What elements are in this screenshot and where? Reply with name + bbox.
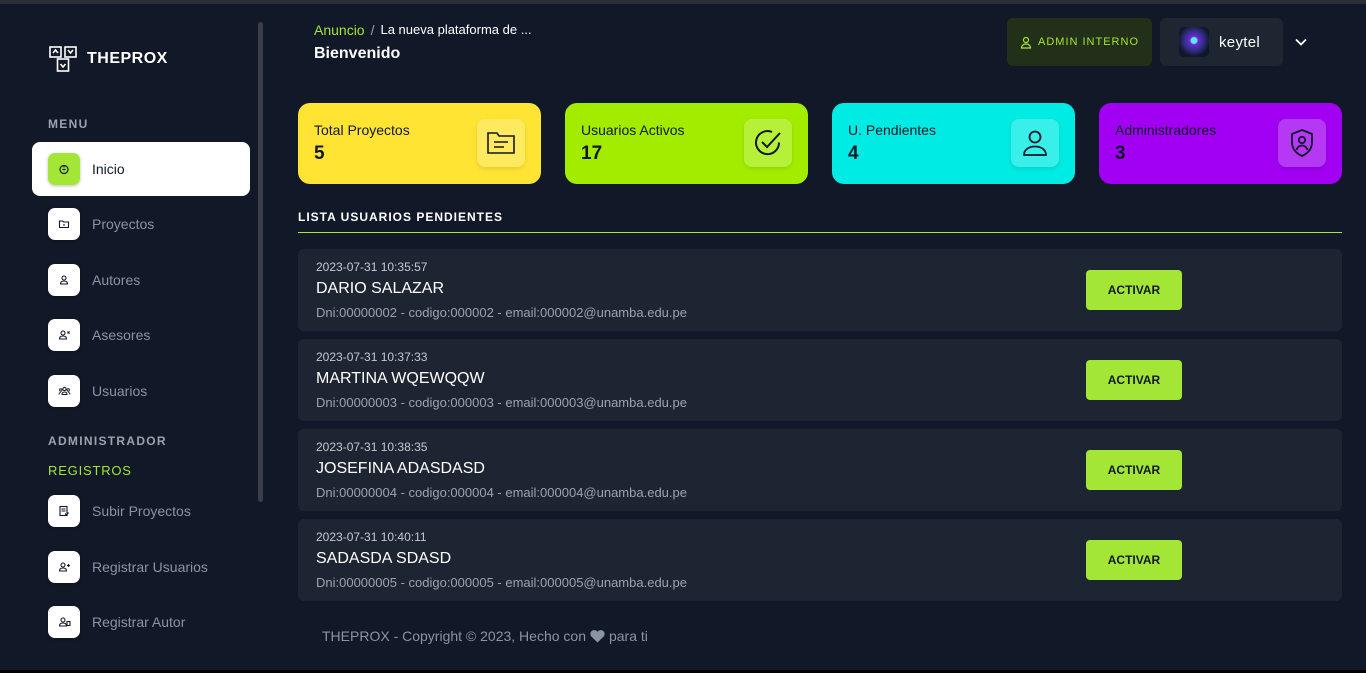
sidebar-item-label: Autores xyxy=(92,272,141,288)
user-icon xyxy=(1020,36,1032,49)
check-circle-icon xyxy=(744,119,792,167)
advisor-icon xyxy=(48,319,80,351)
row-name: SADASDA SDASD xyxy=(316,550,452,567)
sidebar-item-usuarios[interactable]: Usuarios xyxy=(32,364,250,418)
sidebar-item-label: Subir Proyectos xyxy=(92,503,191,519)
row-name: DARIO SALAZAR xyxy=(316,280,445,297)
role-badge-label: ADMIN INTERNO xyxy=(1038,36,1139,48)
footer: THEPROX - Copyright © 2023, Hecho con pa… xyxy=(322,628,648,644)
chevron-down-icon[interactable] xyxy=(1292,33,1310,51)
pending-user-row: 2023-07-31 10:35:57 DARIO SALAZAR Dni:00… xyxy=(298,249,1342,331)
upload-doc-icon xyxy=(48,495,80,527)
sidebar-item-label: Registrar Usuarios xyxy=(92,559,208,575)
row-date: 2023-07-31 10:35:57 xyxy=(316,260,428,274)
sidebar: THEPROX MENU Inicio Proyectos Autores As… xyxy=(0,4,266,670)
user-menu[interactable]: keytel xyxy=(1160,18,1283,66)
row-date: 2023-07-31 10:40:11 xyxy=(316,530,427,544)
pending-user-row: 2023-07-31 10:40:11 SADASDA SDASD Dni:00… xyxy=(298,519,1342,601)
sidebar-item-asesores[interactable]: Asesores xyxy=(32,308,250,362)
sidebar-item-label: Registrar Autor xyxy=(92,614,186,630)
breadcrumb-current: La nueva plataforma de ... xyxy=(380,22,532,37)
shield-user-icon xyxy=(1278,119,1326,167)
footer-text-end: para ti xyxy=(608,628,648,644)
stat-card-u-pendientes[interactable]: U. Pendientes 4 xyxy=(832,103,1075,184)
activate-button[interactable]: ACTIVAR xyxy=(1086,540,1182,580)
activate-button[interactable]: ACTIVAR xyxy=(1086,450,1182,490)
registros-heading: REGISTROS xyxy=(48,463,132,478)
document-icon xyxy=(477,119,525,167)
sidebar-scrollbar[interactable] xyxy=(258,22,263,502)
pending-list-title: LISTA USUARIOS PENDIENTES xyxy=(298,210,504,224)
folder-icon xyxy=(48,208,80,240)
pending-user-row: 2023-07-31 10:38:35 JOSEFINA ADASDASD Dn… xyxy=(298,429,1342,511)
sidebar-item-label: Asesores xyxy=(92,327,151,343)
footer-text: THEPROX - Copyright © 2023, Hecho con xyxy=(322,628,586,644)
activate-button[interactable]: ACTIVAR xyxy=(1086,360,1182,400)
username: keytel xyxy=(1219,33,1260,51)
sidebar-item-proyectos[interactable]: Proyectos xyxy=(32,197,250,251)
sidebar-item-label: Usuarios xyxy=(92,383,148,399)
role-badge[interactable]: ADMIN INTERNO xyxy=(1007,18,1152,66)
user-icon xyxy=(1011,119,1059,167)
admin-heading: ADMINISTRADOR xyxy=(48,434,167,448)
sidebar-item-label: Proyectos xyxy=(92,216,155,232)
brand-name: THEPROX xyxy=(87,50,168,67)
sidebar-item-subir-proyectos[interactable]: Subir Proyectos xyxy=(32,484,250,538)
breadcrumb-separator: / xyxy=(370,22,375,38)
user-icon xyxy=(48,264,80,296)
brand-logo-icon xyxy=(49,46,77,72)
row-info: Dni:00000003 - codigo:000003 - email:000… xyxy=(316,395,687,410)
sidebar-item-registrar-autor[interactable]: Registrar Autor xyxy=(32,595,250,649)
sidebar-item-registrar-usuarios[interactable]: Registrar Usuarios xyxy=(32,540,250,594)
users-icon xyxy=(48,375,80,407)
menu-heading: MENU xyxy=(48,117,89,131)
row-date: 2023-07-31 10:37:33 xyxy=(316,350,428,364)
sidebar-item-autores[interactable]: Autores xyxy=(32,253,250,307)
activate-button[interactable]: ACTIVAR xyxy=(1086,270,1182,310)
stat-card-usuarios-activos[interactable]: Usuarios Activos 17 xyxy=(565,103,808,184)
breadcrumb: Anuncio / La nueva plataforma de ... xyxy=(314,22,532,38)
row-info: Dni:00000004 - codigo:000004 - email:000… xyxy=(316,485,687,500)
row-info: Dni:00000005 - codigo:000005 - email:000… xyxy=(316,575,687,590)
avatar xyxy=(1179,27,1209,57)
row-name: MARTINA WQEWQQW xyxy=(316,370,485,387)
user-plus-icon xyxy=(48,551,80,583)
stat-card-administradores[interactable]: Administradores 3 xyxy=(1099,103,1342,184)
home-icon xyxy=(48,153,80,185)
sidebar-item-inicio[interactable]: Inicio xyxy=(32,142,250,196)
author-add-icon xyxy=(48,606,80,638)
row-date: 2023-07-31 10:38:35 xyxy=(316,440,428,454)
divider xyxy=(298,232,1342,233)
sidebar-item-label: Inicio xyxy=(92,161,125,177)
row-name: JOSEFINA ADASDASD xyxy=(316,460,485,477)
heart-icon xyxy=(590,629,605,642)
pending-user-row: 2023-07-31 10:37:33 MARTINA WQEWQQW Dni:… xyxy=(298,339,1342,421)
stat-card-total-proyectos[interactable]: Total Proyectos 5 xyxy=(298,103,541,184)
page-title: Bienvenido xyxy=(314,45,401,62)
row-info: Dni:00000002 - codigo:000002 - email:000… xyxy=(316,305,687,320)
breadcrumb-link[interactable]: Anuncio xyxy=(314,22,365,38)
brand[interactable]: THEPROX xyxy=(48,44,168,74)
